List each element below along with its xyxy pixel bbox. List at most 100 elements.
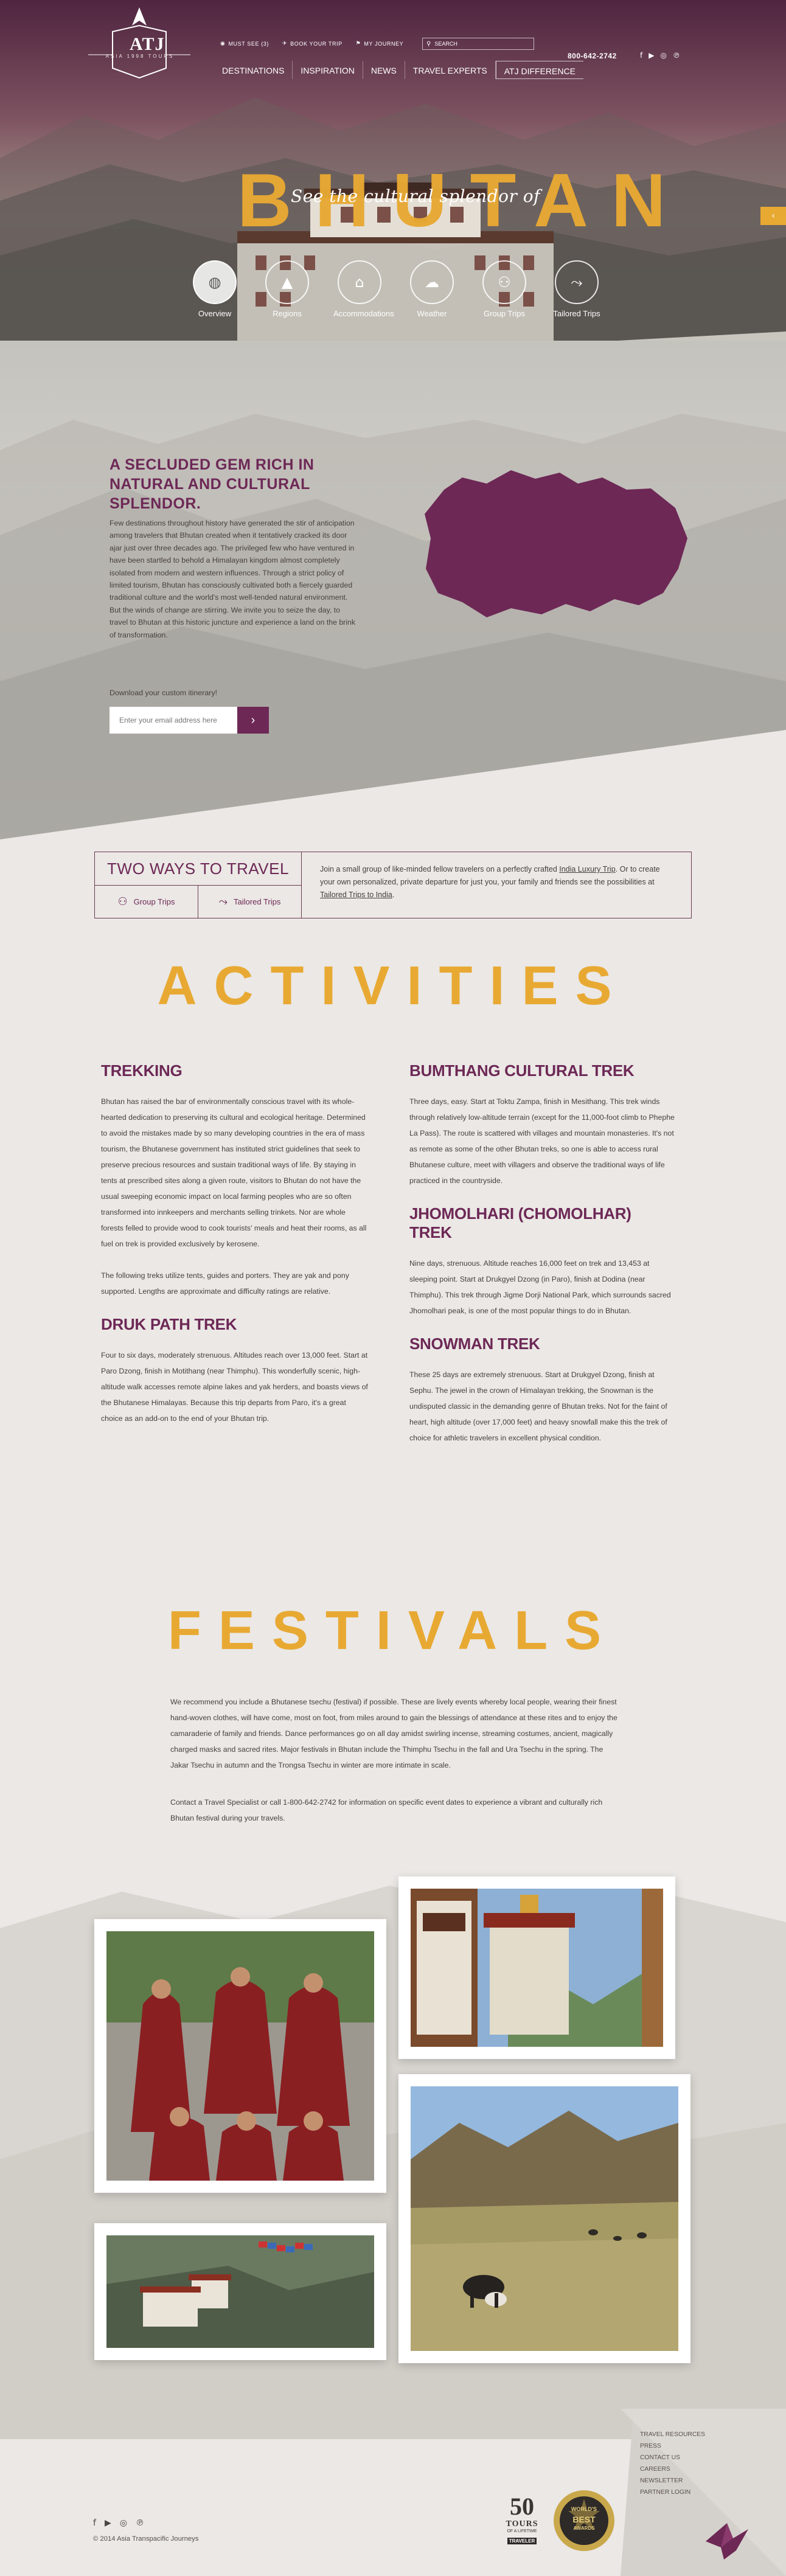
search-input[interactable]: [434, 41, 526, 47]
badge-wt-top: WORLD'S: [571, 2506, 597, 2512]
logo-text: ATJ: [130, 34, 165, 54]
monks-image: [106, 1931, 374, 2181]
social-links-footer: f ▶ ◎ ℗: [93, 2518, 144, 2528]
my-journey-label: MY JOURNEY: [364, 40, 404, 47]
nav-destinations[interactable]: DESTINATIONS: [214, 61, 293, 79]
footer-link-careers[interactable]: CAREERS: [640, 2465, 705, 2474]
crane-logo-icon[interactable]: [703, 2517, 751, 2566]
dzong-tower-illustration: [411, 1889, 663, 2047]
trekking-text: Bhutan has raised the bar of environment…: [101, 1097, 367, 1248]
bumthang-text: Three days, easy. Start at Toktu Zampa, …: [409, 1097, 675, 1185]
home-icon: ⌂: [338, 260, 381, 304]
group-icon: ⚇: [117, 895, 128, 908]
footer-link-contact[interactable]: CONTACT US: [640, 2453, 705, 2463]
copyright: © 2014 Asia Transpacific Journeys: [93, 2535, 199, 2543]
tigers-nest-image: [106, 2235, 374, 2348]
badge-wt-bot: AWARDS: [573, 2526, 595, 2531]
subnav-tailored-trips[interactable]: ⤳ Tailored Trips: [551, 260, 603, 318]
group-icon: ⚇: [482, 260, 526, 304]
eye-icon: ◉: [220, 40, 226, 46]
intro-body: Few destinations throughout history have…: [110, 519, 355, 639]
subnav-label: Accommodations: [333, 309, 394, 318]
nav-atj-difference[interactable]: ATJ DIFFERENCE: [495, 61, 583, 79]
intro-section: A SECLUDED GEM RICH IN NATURAL AND CULTU…: [0, 341, 786, 876]
footer-link-partner-login[interactable]: PARTNER LOGIN: [640, 2488, 705, 2498]
nav-news[interactable]: NEWS: [363, 61, 405, 79]
hero: ATJ ASIA 1998 TOURS ◉ MUST SEE (3) ✈ BOOK …: [0, 0, 786, 389]
intro-heading: A SECLUDED GEM RICH IN NATURAL AND CULTU…: [110, 456, 315, 512]
subnav-label: Tailored Trips: [553, 309, 600, 318]
two-ways-text-3: .: [392, 890, 395, 899]
side-feedback-tab[interactable]: ‹: [760, 207, 786, 225]
youtube-icon[interactable]: ▶: [105, 2518, 111, 2528]
download-label: Download your custom itinerary!: [110, 689, 217, 697]
email-signup: ›: [110, 707, 269, 734]
subnav-overview[interactable]: ◍ Overview: [189, 260, 241, 318]
group-trips-option[interactable]: ⚇ Group Trips: [95, 886, 198, 918]
tailored-trips-india-link[interactable]: Tailored Trips to India: [320, 890, 392, 899]
tailored-trips-option[interactable]: ⤳ Tailored Trips: [198, 886, 301, 918]
destination-subnav: ◍ Overview ▲ Regions ⌂ Accommodations ☁ Weat…: [189, 260, 603, 318]
india-luxury-trip-link[interactable]: India Luxury Trip: [559, 865, 615, 873]
nav-travel-experts[interactable]: TRAVEL EXPERTS: [405, 61, 496, 79]
facebook-icon[interactable]: f: [640, 51, 642, 60]
photo-monks: [94, 1919, 386, 2193]
footer-link-press[interactable]: PRESS: [640, 2442, 705, 2451]
trekking-note: The following treks utilize tents, guide…: [101, 1271, 349, 1296]
subnav-label: Group Trips: [484, 309, 525, 318]
dzong-tower-image: [411, 1889, 663, 2047]
subnav-group-trips[interactable]: ⚇ Group Trips: [478, 260, 530, 318]
bumthang-heading: BUMTHANG CULTURAL TREK: [409, 1061, 635, 1080]
email-submit-button[interactable]: ›: [237, 707, 269, 734]
badge-brand: TRAVELER: [507, 2538, 537, 2544]
search-icon: ⚲: [426, 40, 431, 47]
nav-inspiration[interactable]: INSPIRATION: [293, 61, 363, 79]
group-trips-label: Group Trips: [133, 897, 175, 906]
activities-title: ACTIVITIES: [157, 956, 629, 1016]
subnav-label: Regions: [273, 309, 302, 318]
social-links-top: f ▶ ◎ ℗: [640, 51, 680, 60]
druk-path-heading: DRUK PATH TREK: [101, 1315, 237, 1333]
book-trip-label: BOOK YOUR TRIP: [290, 40, 343, 47]
chevron-left-icon: ‹: [771, 211, 775, 221]
festivals-text: We recommend you include a Bhutanese tse…: [170, 1698, 617, 1769]
pinterest-icon[interactable]: ℗: [136, 2518, 144, 2528]
footer-links: TRAVEL RESOURCES PRESS CONTACT US CAREER…: [640, 2430, 705, 2498]
pinterest-icon[interactable]: ℗: [673, 51, 680, 60]
tailored-trips-label: Tailored Trips: [234, 897, 281, 906]
instagram-icon[interactable]: ◎: [660, 51, 666, 60]
footer: TRAVEL RESOURCES PRESS CONTACT US CAREER…: [0, 2372, 786, 2576]
cloud-icon: ☁: [410, 260, 454, 304]
facebook-icon[interactable]: f: [93, 2518, 96, 2528]
my-journey-link[interactable]: ⚑ MY JOURNEY: [356, 40, 404, 47]
snowman-text: These 25 days are extremely strenuous. S…: [409, 1370, 667, 1442]
footer-link-travel-resources[interactable]: TRAVEL RESOURCES: [640, 2430, 705, 2440]
druk-path-text: Four to six days, moderately strenuous. …: [101, 1351, 368, 1423]
route-icon: ⤳: [218, 895, 228, 908]
book-trip-link[interactable]: ✈ BOOK YOUR TRIP: [282, 40, 343, 47]
logo-subtitle: ASIA 1998 TOURS: [105, 54, 175, 59]
phone-number[interactable]: 800-642-2742: [568, 52, 617, 60]
email-field[interactable]: [110, 707, 237, 734]
instagram-icon[interactable]: ◎: [120, 2518, 127, 2528]
footer-link-newsletter[interactable]: NEWSLETTER: [640, 2476, 705, 2486]
valley-yak-illustration: [411, 2086, 678, 2351]
must-see-link[interactable]: ◉ MUST SEE (3): [220, 40, 269, 47]
badge-small: OF A LIFETIME: [507, 2529, 537, 2533]
mountain-icon: ▲: [265, 260, 309, 304]
youtube-icon[interactable]: ▶: [649, 51, 654, 60]
photo-dzong-tower: [398, 1876, 675, 2059]
subnav-weather[interactable]: ☁ Weather: [406, 260, 458, 318]
hero-tagline: See the cultural splendor of: [291, 186, 541, 206]
must-see-label: MUST SEE (3): [228, 40, 269, 47]
subnav-regions[interactable]: ▲ Regions: [261, 260, 313, 318]
tours-of-lifetime-badge: 50 TOURS OF A LIFETIME TRAVELER: [503, 2494, 541, 2549]
two-ways-box: TWO WAYS TO TRAVEL ⚇ Group Trips ⤳ Tailore…: [94, 852, 692, 918]
globe-icon: ◍: [193, 260, 237, 304]
festivals-title: FESTIVALS: [167, 1600, 619, 1661]
two-ways-left: TWO WAYS TO TRAVEL ⚇ Group Trips ⤳ Tailore…: [95, 852, 302, 918]
search-box[interactable]: ⚲: [422, 38, 534, 50]
subnav-accommodations[interactable]: ⌂ Accommodations: [333, 260, 394, 318]
trekking-heading: TREKKING: [101, 1061, 183, 1080]
jhomolhari-heading: JHOMOLHARI (CHOMOLHAR) TREK: [409, 1204, 631, 1241]
